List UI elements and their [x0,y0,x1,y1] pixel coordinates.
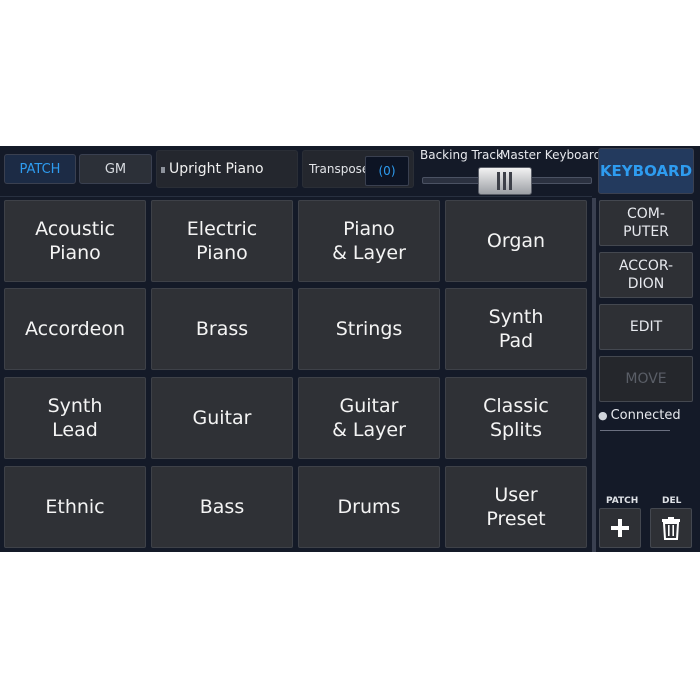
delete-button[interactable] [650,508,692,548]
category-tile-ethnic[interactable]: Ethnic [4,466,146,548]
delete-label: DEL [662,496,682,506]
balance-fader-handle[interactable] [478,167,532,195]
connection-status: ● Connected [598,408,698,423]
category-tile-accordeon[interactable]: Accordeon [4,288,146,370]
category-tile-classic-splits[interactable]: Classic Splits [445,377,587,459]
category-tile-synth-lead[interactable]: Synth Lead [4,377,146,459]
keyboard-button[interactable]: KEYBOARD [598,148,694,194]
transpose-label: Transpose [309,162,370,176]
category-tile-organ[interactable]: Organ [445,200,587,282]
current-patch-name: Upright Piano [169,161,264,177]
computer-button[interactable]: COM- PUTER [599,200,693,246]
patch-tab-button[interactable]: PATCH [4,154,76,184]
transpose-value[interactable]: (0) [365,156,409,186]
category-label: Guitar [192,407,252,429]
trash-icon [662,517,680,540]
category-tile-drums[interactable]: Drums [298,466,440,548]
edit-button[interactable]: EDIT [599,304,693,350]
gm-tab-button[interactable]: GM [79,154,152,184]
accordion-button[interactable]: ACCOR- DION [599,252,693,298]
category-label: Electric Piano [186,218,258,264]
transpose-control[interactable]: Transpose (0) [302,150,414,188]
category-tile-brass[interactable]: Brass [151,288,293,370]
category-label: Drums [337,496,401,518]
category-label: Ethnic [45,496,105,518]
category-label: Acoustic Piano [35,218,115,264]
category-tile-bass[interactable]: Bass [151,466,293,548]
category-label: User Preset [486,484,546,530]
category-tile-guitar-layer[interactable]: Guitar & Layer [298,377,440,459]
connection-status-underline [600,430,670,431]
category-label: Brass [195,318,249,340]
category-tile-piano-layer[interactable]: Piano & Layer [298,200,440,282]
category-tile-acoustic-piano[interactable]: Acoustic Piano [4,200,146,282]
side-panel-divider [592,198,596,552]
patch-browser-window: PATCH GM Upright Piano Transpose (0) Bac… [0,146,700,552]
category-tile-electric-piano[interactable]: Electric Piano [151,200,293,282]
current-patch-display[interactable]: Upright Piano [156,150,298,188]
category-label: Organ [486,230,546,252]
connection-status-text: Connected [610,408,681,423]
category-label: Synth Lead [47,395,103,441]
patch-add-label: PATCH [606,496,639,506]
master-keyboard-label: Master Keyboard [500,148,602,162]
category-tile-user-preset[interactable]: User Preset [445,466,587,548]
plus-icon [611,519,629,537]
category-label: Synth Pad [488,306,544,352]
category-label: Classic Splits [483,395,549,441]
category-label: Bass [199,496,245,518]
backing-track-label: Backing Track [420,148,503,162]
category-label: Accordeon [24,318,126,340]
category-label: Guitar & Layer [332,395,406,441]
category-tile-synth-pad[interactable]: Synth Pad [445,288,587,370]
add-patch-button[interactable] [599,508,641,548]
category-label: Strings [335,318,403,340]
move-button[interactable]: MOVE [599,356,693,402]
globe-icon: ● [598,409,608,422]
patch-indicator-dot [161,167,165,173]
category-tile-guitar[interactable]: Guitar [151,377,293,459]
category-label: Piano & Layer [332,218,406,264]
category-tile-strings[interactable]: Strings [298,288,440,370]
